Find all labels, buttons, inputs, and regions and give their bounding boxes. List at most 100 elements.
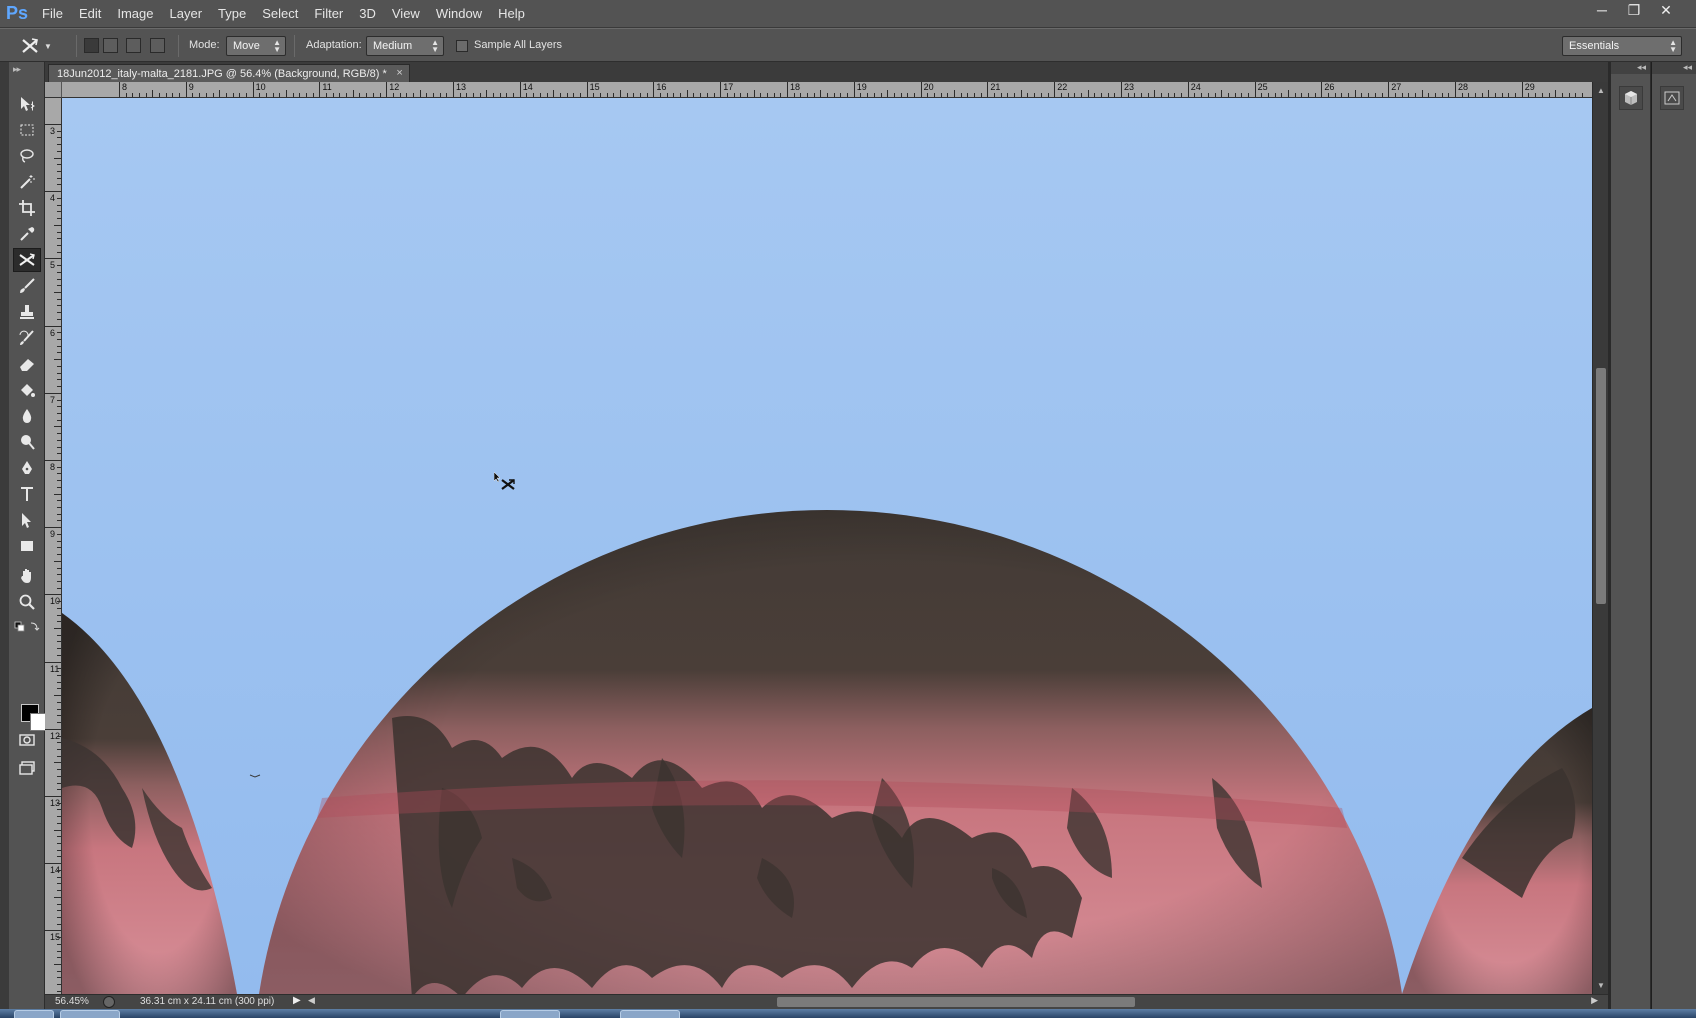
scroll-left-icon[interactable]: ◀: [308, 995, 315, 1006]
ruler-tick: [1388, 82, 1390, 97]
menu-type[interactable]: Type: [210, 0, 254, 28]
ruler-minor-tick: [57, 990, 61, 992]
menu-edit[interactable]: Edit: [71, 0, 109, 28]
ruler-minor-tick: [339, 93, 341, 97]
ruler-minor-tick: [1201, 93, 1203, 97]
restore-icon[interactable]: ❐: [1618, 0, 1650, 20]
ruler-minor-tick: [766, 93, 768, 97]
taskbar-app[interactable]: [500, 1010, 560, 1018]
clone-stamp-icon[interactable]: [13, 300, 41, 324]
paint-bucket-icon[interactable]: [13, 378, 41, 402]
magic-wand-icon[interactable]: [13, 170, 41, 194]
menu-3d[interactable]: 3D: [351, 0, 384, 28]
vertical-scroll-thumb[interactable]: [1596, 368, 1606, 604]
document-tab[interactable]: 18Jun2012_italy-malta_2181.JPG @ 56.4% (…: [48, 64, 410, 82]
intersect-selection-button[interactable]: [150, 38, 165, 53]
ruler-minor-tick: [940, 93, 942, 97]
zoom-level[interactable]: 56.45%: [55, 996, 89, 1007]
horizontal-scroll-thumb[interactable]: [777, 997, 1135, 1007]
menu-filter[interactable]: Filter: [306, 0, 351, 28]
ruler-minor-tick: [57, 137, 61, 139]
eyedropper-icon[interactable]: [13, 222, 41, 246]
scroll-down-icon[interactable]: ▼: [1597, 981, 1605, 990]
ruler-minor-tick: [57, 298, 61, 300]
content-aware-move-icon[interactable]: [13, 248, 41, 272]
ruler-minor-tick: [1174, 93, 1176, 97]
ruler-minor-tick: [57, 742, 61, 744]
ruler-label: 17: [723, 82, 734, 92]
ruler-origin[interactable]: [45, 82, 62, 98]
eraser-icon[interactable]: [13, 352, 41, 376]
scroll-right-icon[interactable]: ▶: [1591, 995, 1598, 1006]
subtract-selection-button[interactable]: [126, 38, 141, 53]
hand-icon[interactable]: [13, 564, 41, 588]
ruler-minor-tick: [57, 816, 61, 818]
photo-image: [62, 98, 1592, 994]
menu-help[interactable]: Help: [490, 0, 533, 28]
lasso-icon[interactable]: [13, 144, 41, 168]
vertical-scrollbar[interactable]: ▲ ▼: [1592, 82, 1608, 994]
ruler-minor-tick: [57, 735, 61, 737]
menu-image[interactable]: Image: [109, 0, 161, 28]
document-info-icon[interactable]: [103, 996, 115, 1008]
menu-select[interactable]: Select: [254, 0, 306, 28]
ruler-tick: [252, 82, 254, 97]
ruler-tick: [853, 82, 855, 97]
ruler-minor-tick: [399, 93, 401, 97]
minimize-icon[interactable]: ─: [1586, 0, 1618, 20]
ruler-minor-tick: [967, 93, 969, 97]
close-icon[interactable]: ×: [396, 67, 402, 79]
status-menu-arrow-icon[interactable]: ▶: [293, 995, 301, 1006]
ruler-minor-tick: [57, 399, 61, 401]
move-tool-icon[interactable]: [13, 92, 41, 116]
document-canvas[interactable]: [62, 98, 1592, 994]
add-to-selection-button[interactable]: [103, 38, 118, 53]
sample-all-layers-checkbox[interactable]: [456, 40, 468, 52]
start-button[interactable]: [14, 1010, 54, 1018]
collapse-panel-icon[interactable]: ▸▸: [13, 64, 21, 75]
new-selection-button[interactable]: [84, 38, 99, 53]
ruler-minor-tick: [1341, 93, 1343, 97]
ruler-minor-tick: [954, 90, 955, 97]
close-icon[interactable]: ✕: [1650, 0, 1682, 20]
rectangle-shape-icon[interactable]: [13, 534, 41, 558]
ruler-minor-tick: [57, 836, 61, 838]
vertical-ruler[interactable]: 3 4 5 6 7 8 9 10 11 12 13 14 15: [45, 98, 62, 994]
adaptation-select[interactable]: Medium ▲ ▼: [366, 36, 444, 56]
path-selection-icon[interactable]: [13, 508, 41, 532]
ruler-minor-tick: [1408, 93, 1410, 97]
mode-select[interactable]: Move ▲ ▼: [226, 36, 286, 56]
adaptation-select-value: Medium: [373, 40, 413, 52]
rectangular-marquee-icon[interactable]: [13, 118, 41, 142]
menu-layer[interactable]: Layer: [162, 0, 211, 28]
ruler-minor-tick: [1134, 93, 1136, 97]
taskbar-app[interactable]: [60, 1010, 120, 1018]
history-brush-icon[interactable]: [13, 326, 41, 350]
brush-icon[interactable]: [13, 274, 41, 298]
menu-view[interactable]: View: [384, 0, 428, 28]
workspace-select[interactable]: Essentials ▲ ▼: [1562, 36, 1682, 56]
ruler-minor-tick: [606, 93, 608, 97]
ruler-minor-tick: [432, 93, 434, 97]
zoom-icon[interactable]: [13, 590, 41, 614]
horizontal-ruler[interactable]: 8 9 10 11 12 13 14 15 16 17 18 19 20 21 22 23 24 25 26 27 28…: [62, 82, 1592, 98]
menu-file[interactable]: File: [34, 0, 71, 28]
properties-icon[interactable]: [1660, 86, 1684, 110]
quick-mask-icon[interactable]: [13, 728, 41, 752]
collapse-panel-icon[interactable]: ◂◂: [1652, 62, 1696, 74]
menu-window[interactable]: Window: [428, 0, 490, 28]
crop-icon[interactable]: [13, 196, 41, 220]
scroll-up-icon[interactable]: ▲: [1597, 86, 1605, 95]
blur-icon[interactable]: [13, 404, 41, 428]
default-colors-icon[interactable]: [13, 620, 41, 634]
mode-select-value: Move: [233, 40, 260, 52]
tool-preset-picker[interactable]: ▼: [20, 34, 66, 58]
3d-cube-icon[interactable]: [1619, 86, 1643, 110]
type-icon[interactable]: [13, 482, 41, 506]
taskbar-app[interactable]: [620, 1010, 680, 1018]
dodge-icon[interactable]: [13, 430, 41, 454]
collapse-panel-icon[interactable]: ◂◂: [1611, 62, 1650, 74]
ruler-minor-tick: [306, 93, 308, 97]
pen-icon[interactable]: [13, 456, 41, 480]
screen-mode-icon[interactable]: [13, 756, 41, 780]
